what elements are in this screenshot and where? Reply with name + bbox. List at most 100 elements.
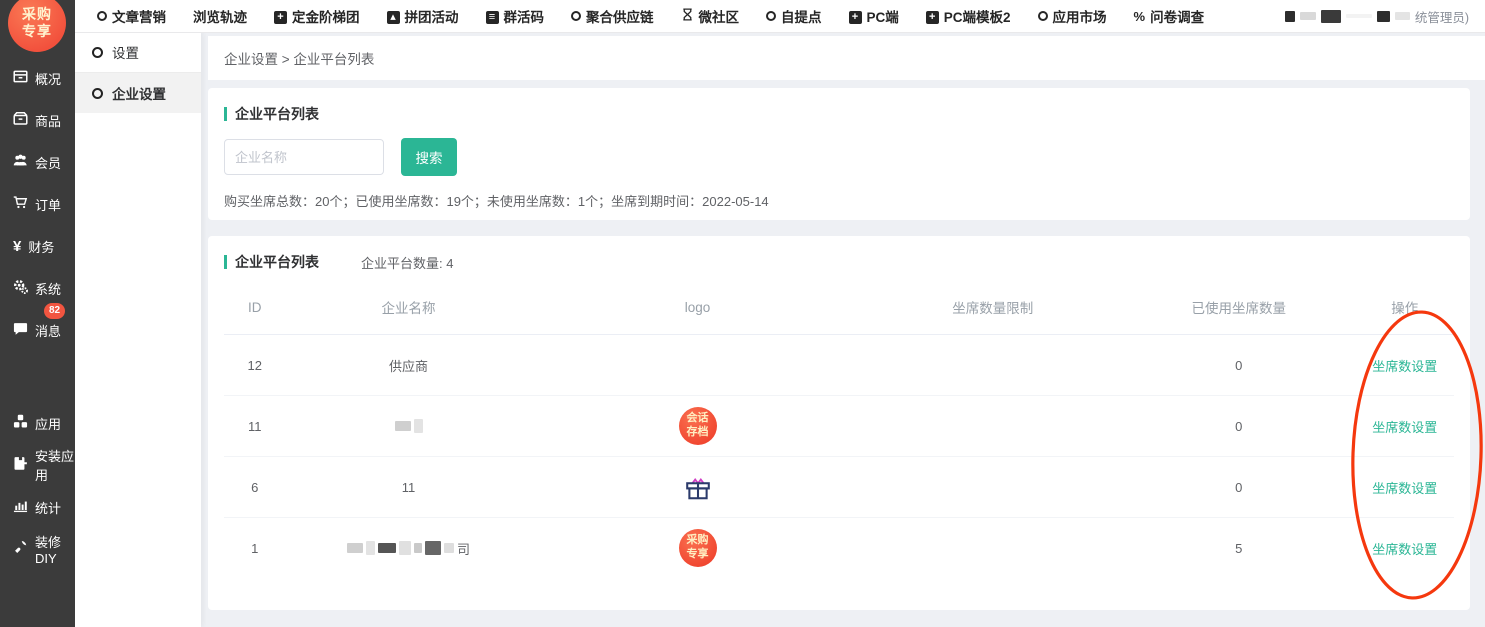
- redacted-company-name: 司: [347, 539, 470, 558]
- diy-icon: [13, 540, 28, 558]
- plus-square-icon: +: [849, 8, 862, 24]
- top-nav-item-PC端[interactable]: + PC端: [849, 6, 899, 26]
- plus-square-icon: +: [926, 8, 939, 24]
- sidebar-item-会员[interactable]: 会员: [0, 141, 75, 183]
- redacted-block: [414, 419, 423, 433]
- top-nav-item-问卷调查[interactable]: %问卷调查: [1134, 6, 1205, 26]
- finance-icon: ¥: [13, 238, 21, 255]
- sidebar-item-label: 订单: [35, 195, 61, 214]
- logo-text-line1: 采购: [687, 534, 709, 548]
- sidebar-item-label: 会员: [35, 153, 61, 172]
- sidebar-item-label: 应用: [35, 414, 61, 433]
- top-nav-item-label: PC端模板2: [944, 6, 1011, 26]
- cell-logo: 采购专享: [532, 518, 864, 579]
- sidebar-item-概况[interactable]: 概况: [0, 57, 75, 99]
- sidebar-item-label: 安装应用: [35, 446, 75, 484]
- seat-settings-link[interactable]: 坐席数设置: [1372, 542, 1437, 557]
- top-nav-item-label: 定金阶梯团: [292, 6, 360, 26]
- top-nav-item-label: 聚合供应链: [586, 6, 654, 26]
- apps-icon: [13, 414, 28, 432]
- cell-seats-used: 0: [1122, 457, 1356, 518]
- top-nav-item-自提点[interactable]: 自提点: [766, 6, 822, 26]
- breadcrumb: 企业设置 > 企业平台列表: [208, 36, 1485, 80]
- cell-id: 6: [224, 457, 286, 518]
- sidebar-item-label: 商品: [35, 111, 61, 130]
- top-nav-item-群活码[interactable]: ≡群活码: [486, 6, 545, 26]
- table-row: 11会话存档0坐席数设置: [224, 396, 1454, 457]
- top-nav-item-label: 群活码: [504, 6, 545, 26]
- redacted-block: [414, 543, 422, 553]
- redacted-block: [1300, 12, 1316, 20]
- redacted-block: [366, 541, 375, 555]
- top-nav-item-label: 浏览轨迹: [193, 6, 247, 26]
- seat-settings-link[interactable]: 坐席数设置: [1372, 359, 1437, 374]
- cell-logo: 会话存档: [532, 396, 864, 457]
- sidebar-item-系统[interactable]: 系统: [0, 267, 75, 309]
- company-logo-badge: 采购专享: [679, 529, 717, 567]
- main-content: 企业设置 > 企业平台列表 企业平台列表 搜索 购买坐席总数：20个；已使用坐席…: [201, 32, 1485, 627]
- cell-actions: 坐席数设置: [1356, 518, 1454, 579]
- submenu-item-企业设置[interactable]: 企业设置: [75, 73, 201, 113]
- search-button[interactable]: 搜索: [401, 138, 457, 176]
- top-nav-item-文章营销[interactable]: 文章营销: [97, 6, 166, 26]
- top-nav: 文章营销 浏览轨迹 + 定金阶梯团 ▴拼团活动 ≡群活码 聚合供应链 微社区 自提点 + PC端 + P…: [75, 6, 1204, 26]
- circle-icon: [571, 9, 581, 24]
- redacted-block: [1377, 11, 1390, 22]
- circle-icon: [1038, 9, 1048, 24]
- sidebar-menu: 概况商品会员订单 ¥ 财务系统消息82 应用安装应用统计装修DIY: [0, 57, 75, 570]
- redacted-block: [1321, 10, 1341, 23]
- sidebar-item-label: 财务: [28, 237, 54, 256]
- sidebar-item-商品[interactable]: 商品: [0, 99, 75, 141]
- seat-settings-link[interactable]: 坐席数设置: [1372, 481, 1437, 496]
- system-icon: [13, 279, 28, 297]
- column-header-已使用坐席数量: 已使用坐席数量: [1122, 280, 1356, 335]
- brand-logo-line1: 采购: [22, 6, 52, 23]
- sidebar-item-应用[interactable]: 应用: [0, 402, 75, 444]
- sidebar-item-消息[interactable]: 消息82: [0, 309, 75, 351]
- company-logo-badge: 会话存档: [679, 407, 717, 445]
- sidebar-item-订单[interactable]: 订单: [0, 183, 75, 225]
- members-icon: [13, 153, 28, 171]
- top-nav-item-应用市场[interactable]: 应用市场: [1038, 6, 1107, 26]
- redacted-block: [347, 543, 363, 553]
- cell-logo: [532, 457, 864, 518]
- logo-text-line1: 会话: [687, 412, 709, 426]
- breadcrumb-text: 企业设置 > 企业平台列表: [224, 48, 374, 68]
- submenu-item-label: 设置: [112, 42, 139, 62]
- cell-actions: 坐席数设置: [1356, 396, 1454, 457]
- sidebar-item-财务[interactable]: ¥ 财务: [0, 225, 75, 267]
- top-nav-item-浏览轨迹[interactable]: 浏览轨迹: [193, 6, 247, 26]
- sidebar-item-统计[interactable]: 统计: [0, 486, 75, 528]
- top-nav-item-微社区[interactable]: 微社区: [681, 6, 740, 26]
- plus-square-icon: +: [274, 8, 287, 24]
- redacted-block: [425, 541, 441, 555]
- redacted-block: [444, 543, 454, 553]
- goods-icon: [13, 111, 28, 129]
- brand-logo[interactable]: 采购 专享: [8, 0, 66, 52]
- top-nav-bar: 文章营销 浏览轨迹 + 定金阶梯团 ▴拼团活动 ≡群活码 聚合供应链 微社区 自提点 + PC端 + P…: [75, 0, 1485, 33]
- table-row: 6110坐席数设置: [224, 457, 1454, 518]
- orders-icon: [13, 195, 28, 213]
- column-header-ID: ID: [224, 280, 286, 335]
- sidebar-item-装修DIY[interactable]: 装修DIY: [0, 528, 75, 570]
- submenu-item-设置[interactable]: 设置: [75, 32, 201, 73]
- platform-count-label: 企业平台数量: 4: [361, 253, 453, 272]
- seat-settings-link[interactable]: 坐席数设置: [1372, 420, 1437, 435]
- table-row: 12供应商0坐席数设置: [224, 335, 1454, 396]
- cell-seats-used: 0: [1122, 396, 1356, 457]
- sidebar-item-安装应用[interactable]: 安装应用: [0, 444, 75, 486]
- install-icon: [13, 456, 28, 474]
- message-icon: [13, 321, 28, 339]
- brand-logo-line2: 专享: [22, 23, 52, 40]
- sidebar-item-label: 装修DIY: [35, 532, 75, 566]
- top-nav-item-定金阶梯团[interactable]: + 定金阶梯团: [274, 6, 360, 26]
- top-nav-item-label: PC端: [867, 6, 899, 26]
- sidebar-item-label: 统计: [35, 498, 61, 517]
- user-account-area[interactable]: 统管理员): [1285, 5, 1469, 27]
- top-nav-item-拼团活动[interactable]: ▴拼团活动: [387, 6, 459, 26]
- company-name-input[interactable]: [224, 139, 384, 175]
- table-row: 1司采购专享5坐席数设置: [224, 518, 1454, 579]
- top-nav-item-PC端模板2[interactable]: + PC端模板2: [926, 6, 1011, 26]
- user-role-text: 统管理员): [1415, 7, 1469, 26]
- top-nav-item-聚合供应链[interactable]: 聚合供应链: [571, 6, 654, 26]
